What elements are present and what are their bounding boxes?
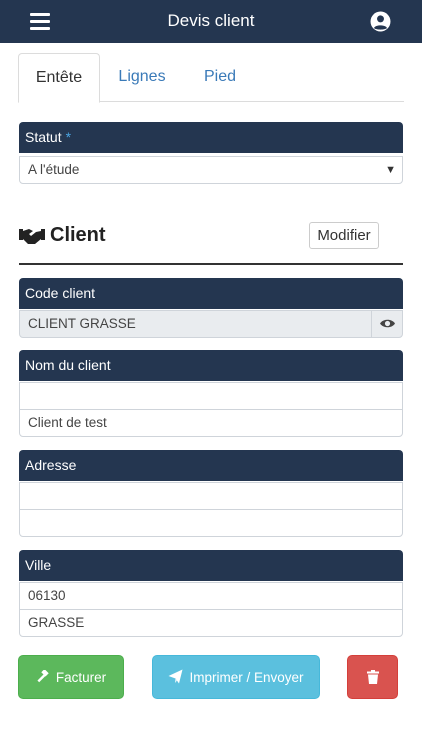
statut-value: A l'étude [28,162,80,177]
section-divider [19,263,403,265]
gavel-icon [37,668,49,683]
city-value: GRASSE [28,615,85,630]
paper-plane-icon [168,669,183,684]
eye-icon [380,319,395,328]
trash-icon [366,669,379,684]
code-client-field[interactable]: CLIENT GRASSE [19,310,403,338]
invoice-button[interactable]: Facturer [18,655,124,699]
print-send-button[interactable]: Imprimer / Envoyer [152,655,320,699]
ville-label: Ville [25,557,52,573]
invoice-label: Facturer [55,670,107,685]
nom-client-input-1[interactable] [19,382,403,410]
tab-pied[interactable]: Pied [203,53,237,101]
delete-button[interactable] [347,655,398,699]
tab-bar: Entête Lignes Pied [18,53,404,103]
top-navbar: Devis client [0,0,422,43]
adresse-input-1[interactable] [19,482,403,510]
page-title: Devis client [167,11,255,30]
adresse-label: Adresse [25,457,77,473]
handshake-icon [19,229,45,244]
ville-header: Ville [19,550,403,581]
adresse-input-2[interactable] [19,509,403,537]
view-client-button[interactable] [371,310,402,338]
statut-select[interactable]: A l'étude ▼ [19,156,403,184]
nom-client-label: Nom du client [25,357,111,373]
tab-entete[interactable]: Entête [18,53,100,103]
city-field[interactable]: GRASSE [19,609,403,637]
statut-header: Statut * [19,122,403,153]
chevron-down-icon: ▼ [385,164,396,176]
code-client-value: CLIENT GRASSE [28,316,136,331]
nom-client-line2: Client de test [28,415,107,430]
client-title-text: Client [50,224,106,246]
postal-code-field[interactable]: 06130 [19,582,403,610]
required-marker: * [65,129,72,145]
print-send-label: Imprimer / Envoyer [189,670,304,685]
code-client-label: Code client [25,285,96,301]
user-circle-icon[interactable] [370,11,391,32]
adresse-header: Adresse [19,450,403,481]
postal-code-value: 06130 [28,588,66,603]
nom-client-input-2[interactable]: Client de test [19,409,403,437]
tab-lignes[interactable]: Lignes [118,53,166,101]
statut-label: Statut [25,129,62,145]
modify-button[interactable]: Modifier [309,222,379,249]
nom-client-header: Nom du client [19,350,403,381]
code-client-header: Code client [19,278,403,309]
